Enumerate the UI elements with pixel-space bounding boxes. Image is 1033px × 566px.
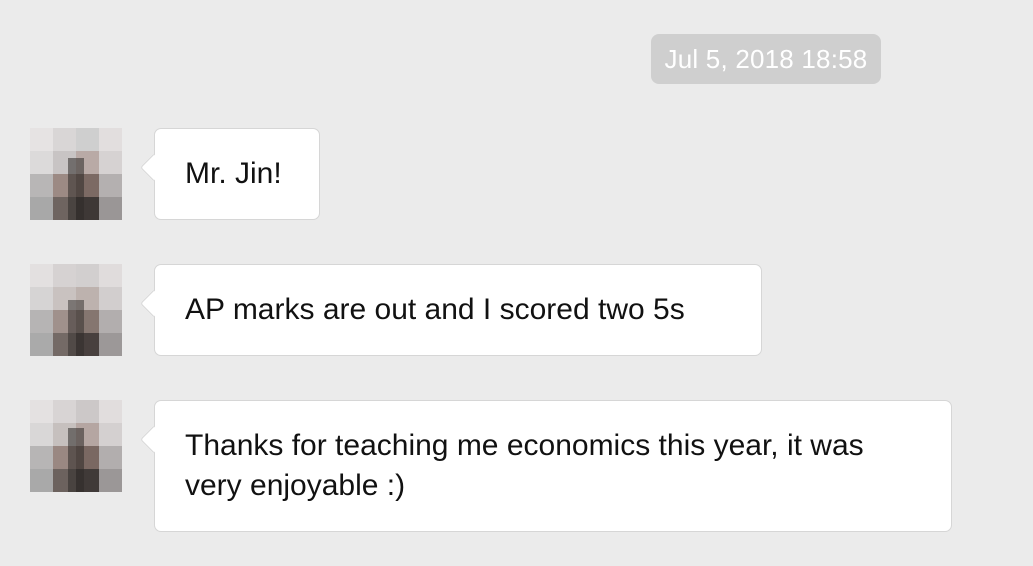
avatar-image: [30, 128, 122, 220]
message-text: AP marks are out and I scored two 5s: [185, 293, 685, 326]
avatar-image: [30, 264, 122, 356]
sender-avatar[interactable]: [30, 128, 122, 220]
message-text: Mr. Jin!: [185, 157, 282, 190]
message-bubble[interactable]: AP marks are out and I scored two 5s: [154, 264, 762, 356]
message-bubble[interactable]: Thanks for teaching me economics this ye…: [154, 400, 952, 532]
sender-avatar[interactable]: [30, 264, 122, 356]
message-row: Thanks for teaching me economics this ye…: [0, 400, 1033, 532]
avatar-image: [30, 400, 122, 492]
message-bubble[interactable]: Mr. Jin!: [154, 128, 320, 220]
message-row: AP marks are out and I scored two 5s: [0, 264, 1033, 356]
sender-avatar[interactable]: [30, 400, 122, 492]
message-row: Mr. Jin!: [0, 128, 1033, 220]
message-timestamp: Jul 5, 2018 18:58: [651, 34, 881, 84]
message-text: Thanks for teaching me economics this ye…: [185, 429, 864, 502]
